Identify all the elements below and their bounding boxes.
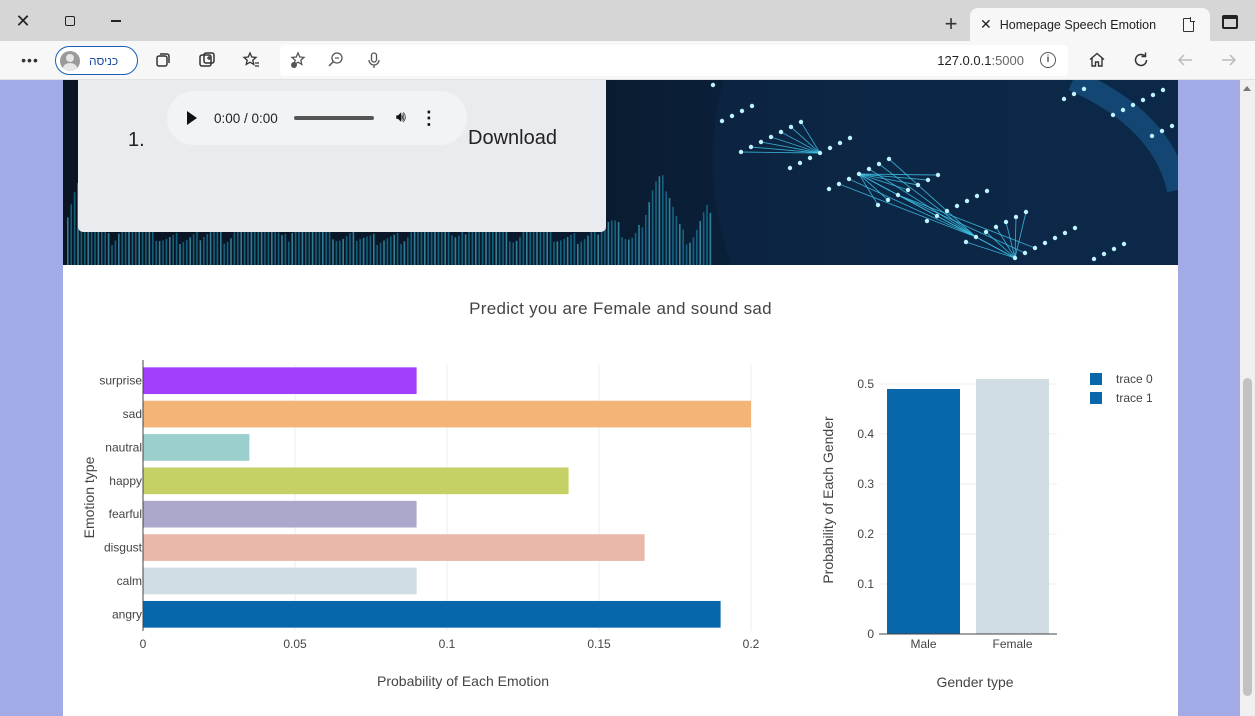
scrollbar-thumb[interactable] xyxy=(1243,378,1252,696)
audio-progress-slider[interactable] xyxy=(293,116,374,120)
url-host: 127.0.0.1 xyxy=(937,53,992,68)
y-tick-label: sad xyxy=(123,407,142,421)
y-tick-label: calm xyxy=(117,574,142,588)
scroll-up-icon[interactable] xyxy=(1243,86,1251,91)
bar-male xyxy=(887,389,960,634)
list-number: 1. xyxy=(128,129,145,151)
new-tab-icon[interactable]: + xyxy=(938,11,964,37)
avatar xyxy=(60,50,80,71)
gender-chart: 0 0.1 0.2 0.3 0.4 0.5 Male Female Gender type Pro… xyxy=(820,372,1153,690)
add-tab-group-icon[interactable] xyxy=(195,49,219,71)
audio-player[interactable]: 0:00 / 0:00 🔊︎ ⋮ xyxy=(167,91,467,145)
x-tick-label: 0.2 xyxy=(743,637,760,651)
vertical-scrollbar[interactable] xyxy=(1240,80,1255,716)
bar-sad xyxy=(143,400,751,428)
url-port: :5000 xyxy=(991,53,1024,68)
minimize-window-icon[interactable] xyxy=(101,6,131,36)
x-tick-label: 0 xyxy=(140,637,147,651)
x-tick-label: 0.15 xyxy=(587,637,611,651)
audio-card: 1. 0:00 / 0:00 🔊︎ ⋮ Download xyxy=(78,80,606,232)
legend-label: trace 1 xyxy=(1116,391,1153,405)
address-bar[interactable]: 127.0.0.1:5000 i xyxy=(280,45,1068,76)
site-info-icon[interactable]: i xyxy=(1040,52,1056,68)
signin-label: כניסה xyxy=(89,53,119,68)
audio-more-icon[interactable]: ⋮ xyxy=(420,108,438,129)
y-tick-label: nautral xyxy=(105,440,142,454)
zoom-icon[interactable] xyxy=(324,49,348,71)
bar-disgust xyxy=(143,534,645,561)
y-tick-label: 0.1 xyxy=(857,577,874,591)
legend-swatch xyxy=(1090,373,1102,385)
legend-label: trace 0 xyxy=(1116,372,1153,386)
page-viewport: 1. 0:00 / 0:00 🔊︎ ⋮ Download Predict you… xyxy=(0,80,1255,716)
bar-surprise xyxy=(143,367,417,395)
bar-angry xyxy=(143,600,721,628)
bar-calm xyxy=(143,567,417,595)
title-bar: ✕ + ✕ Homepage Speech Emotion xyxy=(0,0,1255,41)
y-axis-title: Emotion type xyxy=(81,456,97,538)
bar-female xyxy=(976,379,1049,634)
tab-title: Homepage Speech Emotion xyxy=(999,17,1157,32)
url-text: 127.0.0.1:5000 xyxy=(937,53,1024,68)
refresh-icon[interactable] xyxy=(1129,49,1153,71)
bar-nautral xyxy=(143,434,250,461)
collections-icon[interactable] xyxy=(151,49,175,71)
bar-fearful xyxy=(143,500,417,528)
close-tab-icon[interactable]: ✕ xyxy=(980,16,992,33)
favorites-icon[interactable] xyxy=(239,49,263,71)
navigation-bar: ••• כניסה 127.0.0.1:5000 i xyxy=(0,41,1255,80)
header-banner: 1. 0:00 / 0:00 🔊︎ ⋮ Download xyxy=(63,80,1178,265)
forward-arrow-icon[interactable] xyxy=(1217,49,1241,71)
maximize-window-icon[interactable] xyxy=(55,6,85,36)
x-tick-label: Female xyxy=(992,637,1032,651)
y-tick-label: angry xyxy=(112,607,142,621)
bar-happy xyxy=(143,467,569,495)
y-tick-label: 0.3 xyxy=(857,477,874,491)
y-tick-label: 0.2 xyxy=(857,527,874,541)
x-tick-label: 0.1 xyxy=(439,637,456,651)
microphone-icon[interactable] xyxy=(362,49,386,71)
back-arrow-icon[interactable] xyxy=(1173,49,1197,71)
profile-signin-button[interactable]: כניסה xyxy=(55,46,138,75)
close-window-icon[interactable]: ✕ xyxy=(8,6,38,36)
x-axis-title: Probability of Each Emotion xyxy=(377,673,549,689)
more-options-icon[interactable]: ••• xyxy=(18,49,42,71)
home-icon[interactable] xyxy=(1085,49,1109,71)
y-tick-label: 0.4 xyxy=(857,427,874,441)
audio-time: 0:00 / 0:00 xyxy=(214,110,278,126)
add-favorite-icon[interactable] xyxy=(286,49,310,71)
y-tick-label: happy xyxy=(109,474,142,488)
y-tick-label: 0.5 xyxy=(857,377,874,391)
browser-tab[interactable]: ✕ Homepage Speech Emotion xyxy=(970,8,1210,41)
y-tick-label: surprise xyxy=(99,374,142,388)
y-tick-label: fearful xyxy=(109,507,142,521)
page-content: 1. 0:00 / 0:00 🔊︎ ⋮ Download Predict you… xyxy=(63,80,1178,716)
download-link[interactable]: Download xyxy=(468,127,557,150)
x-tick-label: 0.05 xyxy=(283,637,307,651)
x-axis-title: Gender type xyxy=(936,674,1013,690)
y-tick-label: disgust xyxy=(104,541,143,555)
volume-icon[interactable]: 🔊︎ xyxy=(396,109,406,127)
tab-actions-icon[interactable] xyxy=(1222,15,1238,29)
emotion-chart: 0 0.05 0.1 0.15 0.2 angry calm disgust fearful ha… xyxy=(81,360,760,689)
legend-swatch xyxy=(1090,392,1102,404)
play-icon[interactable] xyxy=(187,111,197,125)
prediction-text: Predict you are Female and sound sad xyxy=(469,299,772,318)
y-tick-label: 0 xyxy=(867,627,874,641)
y-axis-title: Probability of Each Gender xyxy=(820,416,836,584)
x-tick-label: Male xyxy=(910,637,936,651)
page-icon xyxy=(1183,17,1195,32)
